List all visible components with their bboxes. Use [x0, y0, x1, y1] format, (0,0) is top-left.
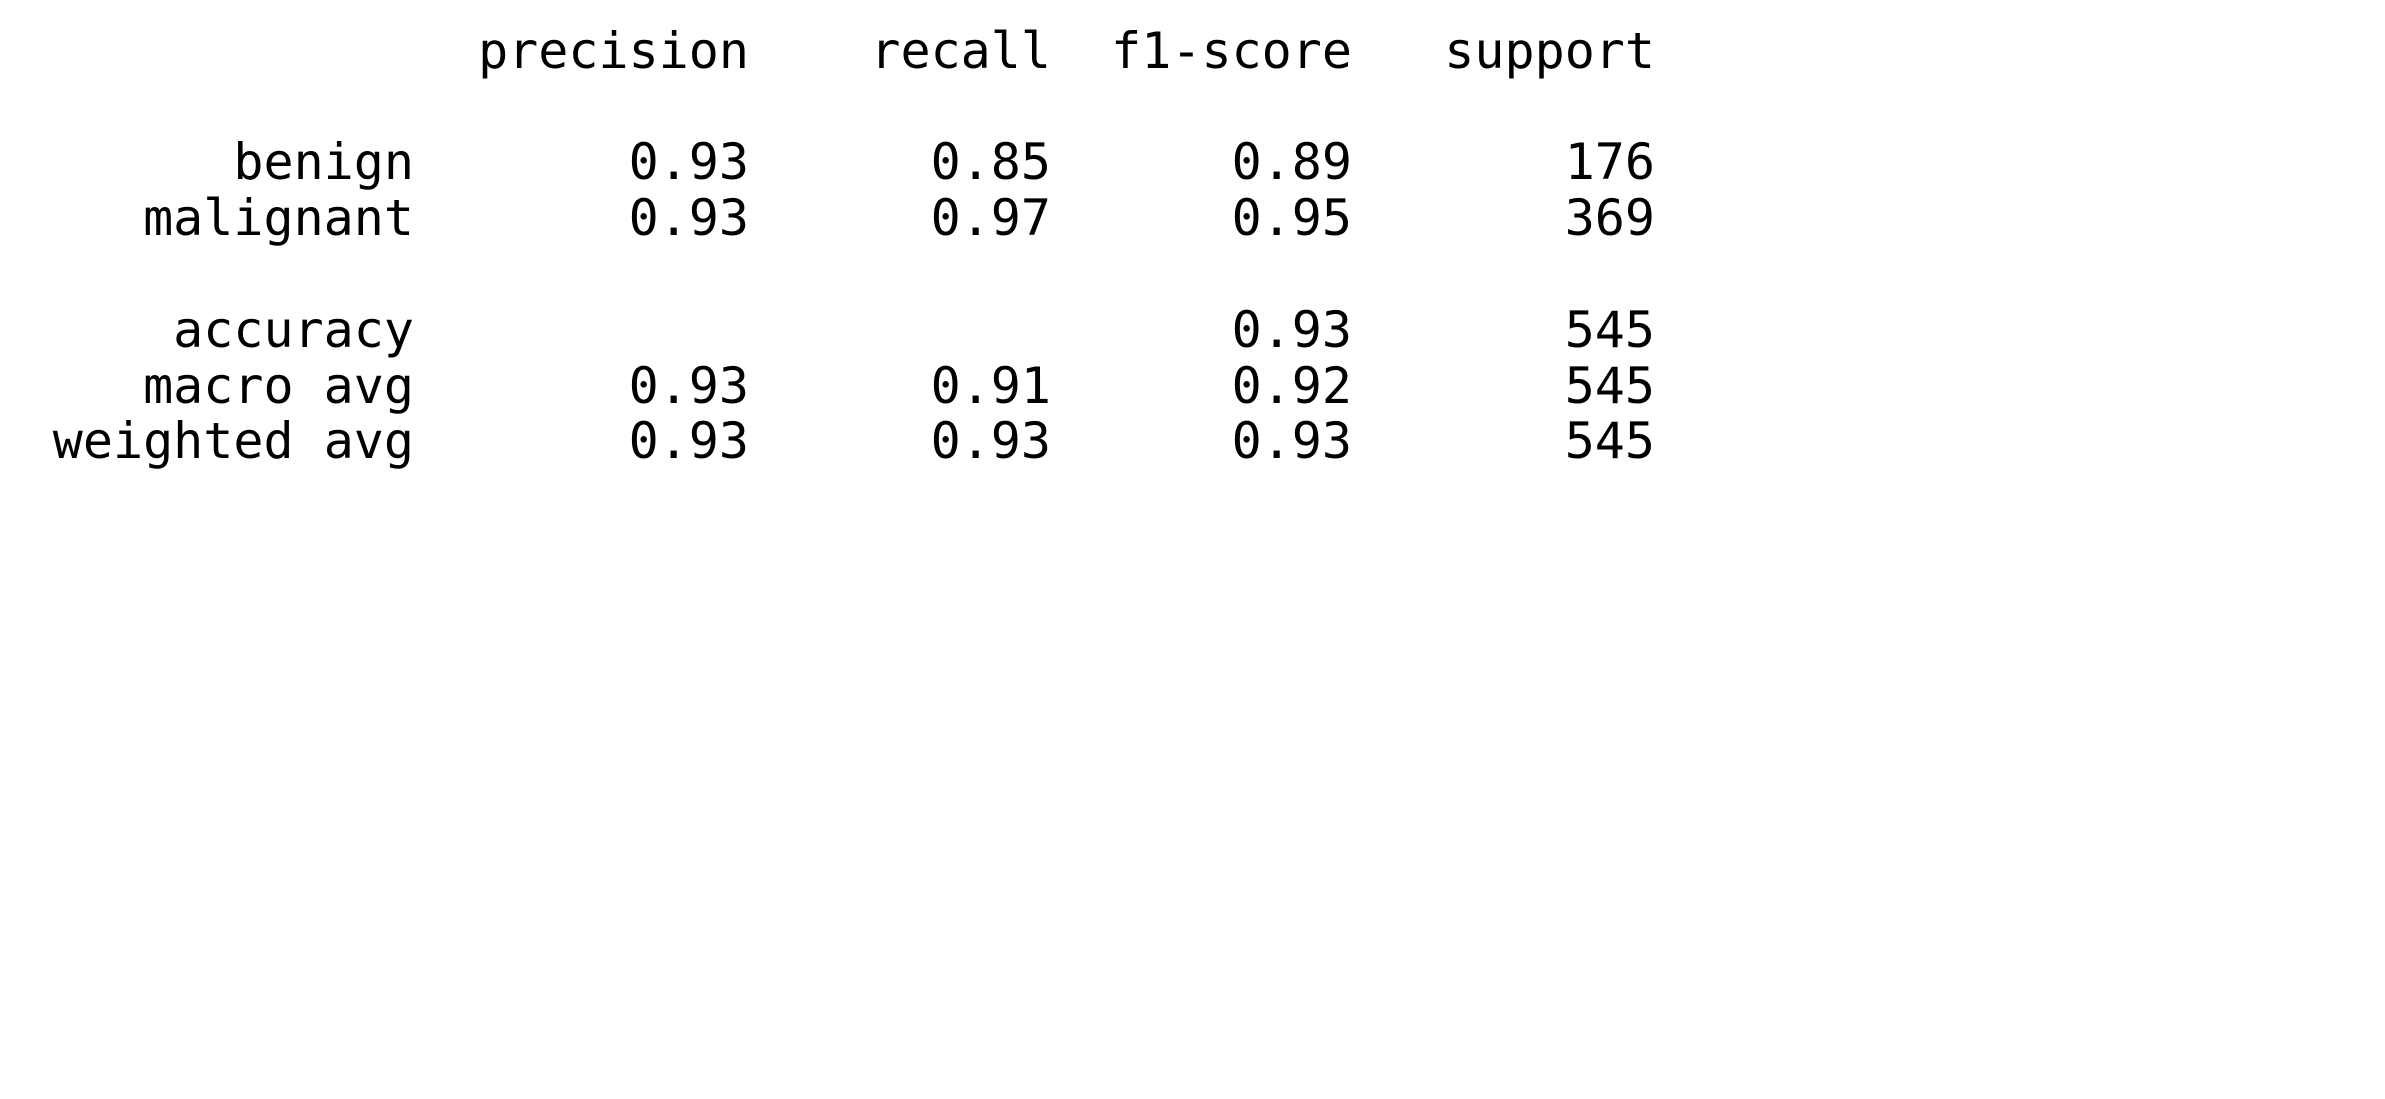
support-value: 545 — [1564, 301, 1655, 359]
support-header: support — [1444, 22, 1655, 80]
row-label: benign — [233, 133, 414, 191]
f1-score-header: f1-score — [1111, 22, 1352, 80]
recall-value: 0.85 — [930, 133, 1051, 191]
table-row: weighted avg 0.93 0.93 0.93 545 — [0, 413, 2385, 469]
classification-report: precision recall f1-score support benign… — [0, 0, 2385, 1099]
support-value: 545 — [1564, 357, 1655, 415]
f1-score-value: 0.93 — [1231, 412, 1352, 470]
row-label: macro avg — [143, 357, 414, 415]
precision-value: 0.93 — [628, 133, 749, 191]
row-label: weighted avg — [52, 412, 414, 470]
f1-score-value: 0.89 — [1231, 133, 1352, 191]
row-label: accuracy — [173, 301, 414, 359]
recall-header: recall — [870, 22, 1051, 80]
table-row: accuracy 0.93 545 — [0, 302, 2385, 358]
f1-score-value: 0.95 — [1231, 189, 1352, 247]
precision-header: precision — [478, 22, 749, 80]
header-row: precision recall f1-score support — [0, 23, 2385, 79]
precision-value: 0.93 — [628, 412, 749, 470]
table-row: malignant 0.93 0.97 0.95 369 — [0, 190, 2385, 246]
recall-value: 0.93 — [930, 412, 1051, 470]
table-row: benign 0.93 0.85 0.89 176 — [0, 134, 2385, 190]
recall-value: 0.91 — [930, 357, 1051, 415]
support-value: 176 — [1564, 133, 1655, 191]
precision-value: 0.93 — [628, 189, 749, 247]
row-label: malignant — [143, 189, 414, 247]
support-value: 369 — [1564, 189, 1655, 247]
support-value: 545 — [1564, 412, 1655, 470]
recall-value: 0.97 — [930, 189, 1051, 247]
table-row: macro avg 0.93 0.91 0.92 545 — [0, 358, 2385, 414]
f1-score-value: 0.93 — [1231, 301, 1352, 359]
f1-score-value: 0.92 — [1231, 357, 1352, 415]
precision-value: 0.93 — [628, 357, 749, 415]
